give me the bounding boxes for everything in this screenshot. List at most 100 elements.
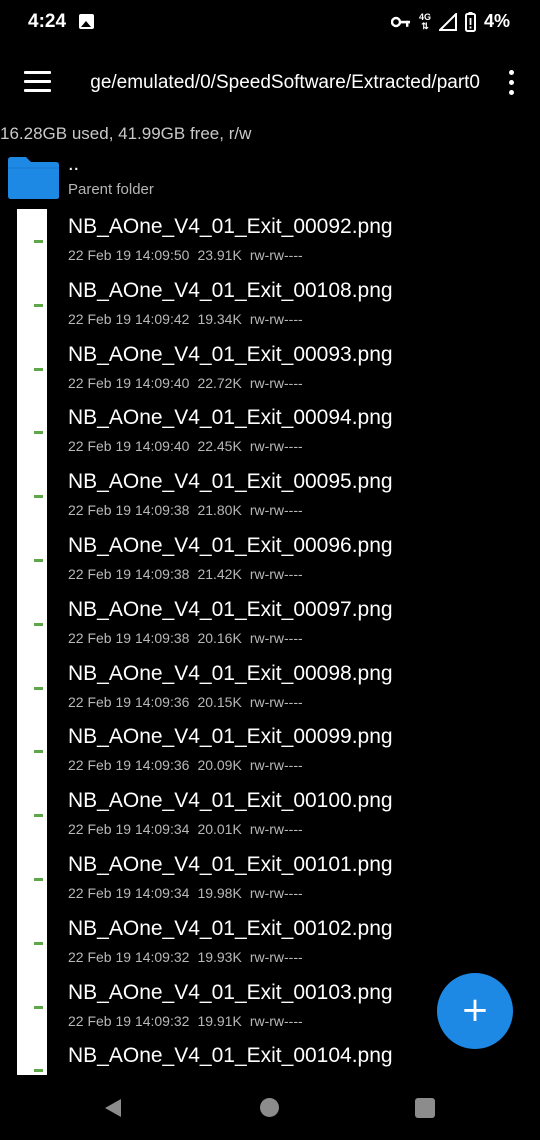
back-icon[interactable] bbox=[103, 1098, 123, 1123]
file-permissions: rw-rw---- bbox=[249, 885, 303, 901]
file-row[interactable]: NB_AOne_V4_01_Exit_00102.png 22 Feb 19 14… bbox=[0, 911, 540, 975]
file-size: 19.98K bbox=[197, 885, 242, 901]
file-date: 22 Feb 19 14:09:40 bbox=[68, 374, 190, 391]
add-fab-button[interactable]: + bbox=[437, 973, 513, 1049]
parent-folder-row[interactable]: .. Parent folder bbox=[0, 152, 540, 206]
file-size: 21.42K bbox=[197, 566, 242, 582]
file-name: NB_AOne_V4_01_Exit_00102.png bbox=[68, 916, 393, 940]
file-permissions: rw-rw---- bbox=[249, 438, 303, 455]
file-permissions: rw-rw---- bbox=[249, 757, 303, 774]
more-vert-icon[interactable] bbox=[508, 70, 516, 98]
current-path-text: /storage/emulated/0/SpeedSoftware/Extrac… bbox=[90, 72, 480, 93]
file-meta: 22 Feb 19 14:09:34 19.98K rw-rw---- bbox=[68, 885, 311, 901]
file-row[interactable]: NB_AOne_V4_01_Exit_00098.png 22 Feb 19 14… bbox=[0, 656, 540, 720]
file-date: 22 Feb 19 14:09:42 bbox=[68, 310, 190, 327]
toolbar: /storage/emulated/0/SpeedSoftware/Extrac… bbox=[0, 56, 540, 112]
file-permissions: rw-rw---- bbox=[249, 629, 303, 646]
file-date: 22 Feb 19 14:09:32 bbox=[68, 1012, 190, 1029]
parent-folder-name: .. bbox=[68, 153, 80, 175]
file-name: NB_AOne_V4_01_Exit_00093.png bbox=[68, 342, 393, 366]
file-row[interactable]: NB_AOne_V4_01_Exit_00095.png 22 Feb 19 14… bbox=[0, 464, 540, 528]
signal-icon bbox=[438, 12, 457, 31]
battery-icon bbox=[464, 11, 476, 32]
file-thumbnail bbox=[34, 303, 43, 307]
file-date: 22 Feb 19 14:09:34 bbox=[68, 885, 190, 901]
file-row[interactable]: NB_AOne_V4_01_Exit_00094.png 22 Feb 19 14… bbox=[0, 400, 540, 464]
file-thumbnail bbox=[34, 1069, 43, 1073]
file-row[interactable]: NB_AOne_V4_01_Exit_00097.png 22 Feb 19 14… bbox=[0, 592, 540, 656]
file-thumbnail bbox=[34, 1005, 43, 1009]
file-name: NB_AOne_V4_01_Exit_00097.png bbox=[68, 597, 393, 621]
file-date: 22 Feb 19 14:09:50 bbox=[68, 247, 190, 263]
file-name: NB_AOne_V4_01_Exit_00096.png bbox=[68, 534, 393, 557]
home-icon[interactable] bbox=[260, 1098, 279, 1117]
file-meta: 22 Feb 19 14:09:40 22.45K rw-rw---- bbox=[68, 438, 311, 454]
file-size: 19.34K bbox=[197, 310, 242, 327]
file-date: 22 Feb 19 14:09:38 bbox=[68, 629, 190, 646]
file-meta: 22 Feb 19 14:09:38 20.16K rw-rw---- bbox=[68, 630, 311, 646]
navigation-bar bbox=[0, 1078, 540, 1140]
file-date: 22 Feb 19 14:09:38 bbox=[68, 502, 190, 519]
file-thumbnail bbox=[34, 559, 43, 562]
file-date: 22 Feb 19 14:09:40 bbox=[68, 438, 190, 455]
file-list[interactable]: NB_AOne_V4_01_Exit_00092.png 22 Feb 19 14… bbox=[0, 207, 540, 1075]
file-size: 22.45K bbox=[197, 438, 242, 455]
gallery-notification-icon bbox=[79, 14, 94, 29]
storage-info: 16.28GB used, 41.99GB free, r/w bbox=[0, 124, 252, 143]
file-size: 20.09K bbox=[197, 757, 242, 774]
current-path[interactable]: /storage/emulated/0/SpeedSoftware/Extrac… bbox=[90, 72, 480, 98]
file-thumbnail bbox=[34, 750, 43, 754]
file-thumbnail bbox=[34, 622, 43, 626]
file-thumbnail bbox=[34, 240, 43, 243]
status-time: 4:24 bbox=[28, 11, 67, 32]
file-size: 22.72K bbox=[197, 374, 242, 391]
file-permissions: rw-rw---- bbox=[249, 374, 303, 391]
file-row[interactable]: NB_AOne_V4_01_Exit_00108.png 22 Feb 19 14… bbox=[0, 273, 540, 337]
file-permissions: rw-rw---- bbox=[249, 247, 303, 263]
parent-folder-label: Parent folder bbox=[68, 181, 154, 198]
file-size: 21.80K bbox=[197, 502, 242, 519]
file-row[interactable]: NB_AOne_V4_01_Exit_00092.png 22 Feb 19 14… bbox=[0, 209, 540, 273]
file-meta: 22 Feb 19 14:09:32 19.93K rw-rw---- bbox=[68, 949, 311, 965]
hamburger-menu-icon[interactable] bbox=[24, 71, 52, 93]
file-name: NB_AOne_V4_01_Exit_00108.png bbox=[68, 278, 393, 302]
file-name: NB_AOne_V4_01_Exit_00094.png bbox=[68, 406, 393, 430]
file-meta: 22 Feb 19 14:09:38 21.80K rw-rw---- bbox=[68, 502, 311, 518]
file-meta: 22 Feb 19 14:09:50 23.91K rw-rw---- bbox=[68, 247, 311, 263]
plus-icon: + bbox=[460, 990, 490, 1030]
file-permissions: rw-rw---- bbox=[249, 821, 303, 838]
file-name: NB_AOne_V4_01_Exit_00104.png bbox=[68, 1044, 393, 1068]
file-size: 23.91K bbox=[197, 247, 242, 263]
file-date: 22 Feb 19 14:09:36 bbox=[68, 757, 190, 774]
file-meta: 22 Feb 19 14:09:40 22.72K rw-rw---- bbox=[68, 375, 311, 391]
file-name: NB_AOne_V4_01_Exit_00098.png bbox=[68, 661, 393, 685]
file-meta: 22 Feb 19 14:09:42 19.34K rw-rw---- bbox=[68, 311, 311, 327]
folder-icon bbox=[6, 156, 60, 200]
file-thumbnail bbox=[34, 878, 43, 881]
file-thumbnail bbox=[34, 686, 43, 690]
file-thumbnail bbox=[34, 941, 43, 945]
file-meta: 22 Feb 19 14:09:36 20.15K rw-rw---- bbox=[68, 694, 311, 710]
file-permissions: rw-rw---- bbox=[249, 693, 303, 710]
file-row[interactable]: NB_AOne_V4_01_Exit_00099.png 22 Feb 19 14… bbox=[0, 719, 540, 783]
file-permissions: rw-rw---- bbox=[249, 502, 303, 519]
file-size: 20.15K bbox=[197, 693, 242, 710]
file-permissions: rw-rw---- bbox=[249, 1012, 303, 1029]
file-row[interactable]: NB_AOne_V4_01_Exit_00101.png 22 Feb 19 14… bbox=[0, 847, 540, 911]
file-size: 20.01K bbox=[197, 821, 242, 838]
file-name: NB_AOne_V4_01_Exit_00099.png bbox=[68, 725, 393, 749]
file-size: 19.91K bbox=[197, 1012, 242, 1029]
file-permissions: rw-rw---- bbox=[249, 566, 303, 582]
file-date: 22 Feb 19 14:09:38 bbox=[68, 566, 190, 582]
file-thumbnail bbox=[34, 495, 43, 499]
file-row[interactable]: NB_AOne_V4_01_Exit_00093.png 22 Feb 19 14… bbox=[0, 337, 540, 401]
recents-icon[interactable] bbox=[415, 1098, 435, 1118]
file-date: 22 Feb 19 14:09:34 bbox=[68, 821, 190, 838]
file-meta: 22 Feb 19 14:09:32 19.91K rw-rw---- bbox=[68, 1013, 311, 1029]
file-row[interactable]: NB_AOne_V4_01_Exit_00100.png 22 Feb 19 14… bbox=[0, 783, 540, 847]
file-date: 22 Feb 19 14:09:32 bbox=[68, 948, 190, 965]
status-bar: 4:24 4G ⇅ 4% bbox=[0, 0, 540, 46]
file-row[interactable]: NB_AOne_V4_01_Exit_00096.png 22 Feb 19 14… bbox=[0, 528, 540, 592]
data-arrows-icon: ⇅ bbox=[421, 20, 429, 31]
file-size: 19.93K bbox=[197, 948, 242, 965]
